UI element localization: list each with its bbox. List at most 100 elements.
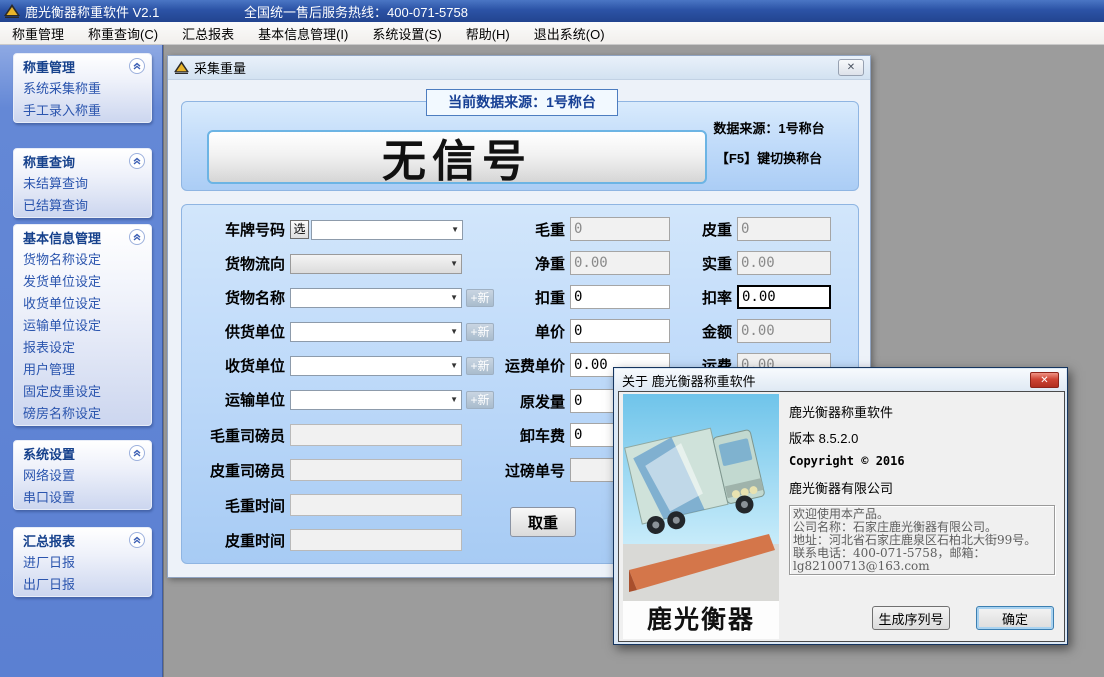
supplier-unit-label: 供货单位: [182, 321, 290, 342]
sidebar-item-sender-unit-setting[interactable]: 发货单位设定: [14, 271, 151, 293]
sidebar-group-header[interactable]: 称重查询: [14, 149, 151, 173]
product-name: 鹿光衡器称重软件: [789, 402, 893, 421]
plate-number-label: 车牌号码: [182, 219, 290, 240]
weight-value: 无信号: [382, 125, 532, 189]
gross-time-field[interactable]: [290, 494, 462, 516]
truck-image: 鹿光衡器: [623, 394, 779, 639]
weigh-ticket-number-label: 过磅单号: [435, 460, 570, 481]
about-dialog-title: 关于 鹿光衡器称重软件: [622, 371, 756, 390]
sidebar-item-user-management[interactable]: 用户管理: [14, 359, 151, 381]
deduct-rate-field[interactable]: [737, 285, 831, 309]
sidebar-item-network-settings[interactable]: 网络设置: [14, 465, 151, 487]
tare-time-field[interactable]: [290, 529, 462, 551]
sidebar-item-report-setting[interactable]: 报表设定: [14, 337, 151, 359]
net-weight-label: 净重: [435, 253, 570, 274]
sidebar-item-manual-entry-weighing[interactable]: 手工录入称重: [14, 100, 151, 122]
menu-weighing-query[interactable]: 称重查询(C): [76, 21, 170, 46]
receiver-unit-label: 收货单位: [182, 355, 290, 376]
data-source-banner: 当前数据来源：1号称台: [426, 89, 618, 116]
generate-serial-button[interactable]: 生成序列号: [872, 606, 950, 630]
info-line-email: lg82100713@163.com: [793, 560, 1051, 573]
truck-brand-text: 鹿光衡器: [623, 601, 779, 639]
screen: 鹿光衡器称重软件 V2.1 全国统一售后服务热线：400-071-5758 称重…: [0, 0, 1104, 677]
switch-scale-hint: 【F5】键切换称台: [694, 148, 844, 167]
data-source-info: 数据来源：1号称台 【F5】键切换称台: [694, 118, 844, 178]
collapse-chevron-icon[interactable]: [129, 153, 145, 169]
version-text: 版本 8.5.2.0: [789, 428, 858, 447]
collapse-chevron-icon[interactable]: [129, 445, 145, 461]
copyright-text: Copyright © 2016: [789, 454, 905, 468]
menu-summary-report[interactable]: 汇总报表: [170, 21, 246, 46]
ok-button[interactable]: 确定: [976, 606, 1054, 630]
amount-label: 金额: [642, 321, 737, 342]
sidebar-group-weighing-query: 称重查询 未结算查询 已结算查询: [13, 148, 152, 218]
sidebar-group-header[interactable]: 汇总报表: [14, 528, 151, 552]
about-dialog: 关于 鹿光衡器称重软件 ✕: [613, 367, 1068, 645]
window-title: 采集重量: [194, 58, 246, 77]
company-name: 鹿光衡器有限公司: [789, 478, 893, 497]
sidebar-group-header[interactable]: 称重管理: [14, 54, 151, 78]
sidebar: 称重管理 系统采集称重 手工录入称重 称重查询 未结算查询 已结算查询 基本信息…: [0, 45, 163, 677]
menu-weighing-management[interactable]: 称重管理: [0, 21, 76, 46]
collect-weight-titlebar[interactable]: 采集重量 ✕: [168, 56, 870, 80]
unload-fee-label: 卸车费: [435, 425, 570, 446]
sidebar-group-summary-report: 汇总报表 进厂日报 出厂日报: [13, 527, 152, 597]
original-quantity-label: 原发量: [435, 391, 570, 412]
deduct-weight-label: 扣重: [435, 287, 570, 308]
service-hotline: 全国统一售后服务热线：400-071-5758: [244, 2, 468, 21]
goods-flow-label: 货物流向: [182, 253, 290, 274]
weight-display: 无信号: [207, 130, 707, 184]
tare-weight-field[interactable]: [737, 217, 831, 241]
menu-basic-info-management[interactable]: 基本信息管理(I): [246, 21, 360, 46]
gross-weight-label: 毛重: [435, 219, 570, 240]
sidebar-group-header[interactable]: 系统设置: [14, 441, 151, 465]
sidebar-item-unsettled-query[interactable]: 未结算查询: [14, 173, 151, 195]
sidebar-item-settled-query[interactable]: 已结算查询: [14, 195, 151, 217]
tare-operator-label: 皮重司磅员: [182, 460, 290, 481]
amount-field[interactable]: [737, 319, 831, 343]
sidebar-group-system-settings: 系统设置 网络设置 串口设置: [13, 440, 152, 510]
sidebar-group-title: 称重查询: [23, 152, 75, 171]
actual-weight-field[interactable]: [737, 251, 831, 275]
window-close-button[interactable]: ✕: [838, 59, 864, 76]
gross-time-label: 毛重时间: [182, 495, 290, 516]
tare-time-label: 皮重时间: [182, 530, 290, 551]
truck-illustration: [623, 394, 779, 601]
take-weight-button[interactable]: 取重: [510, 507, 576, 537]
sidebar-group-title: 称重管理: [23, 57, 75, 76]
sidebar-group-title: 基本信息管理: [23, 228, 101, 247]
data-source-line: 数据来源：1号称台: [694, 118, 844, 137]
collapse-chevron-icon[interactable]: [129, 229, 145, 245]
freight-unit-price-label: 运费单价: [435, 355, 570, 376]
sidebar-item-exit-daily-report[interactable]: 出厂日报: [14, 574, 151, 596]
sidebar-item-weighhouse-name-setting[interactable]: 磅房名称设定: [14, 403, 151, 425]
sidebar-group-title: 汇总报表: [23, 531, 75, 550]
sidebar-item-entry-daily-report[interactable]: 进厂日报: [14, 552, 151, 574]
sidebar-item-receiver-unit-setting[interactable]: 收货单位设定: [14, 293, 151, 315]
menu-exit[interactable]: 退出系统(O): [522, 21, 617, 46]
sidebar-item-transport-unit-setting[interactable]: 运输单位设定: [14, 315, 151, 337]
sidebar-group-title: 系统设置: [23, 444, 75, 463]
company-info-box: 欢迎使用本产品。 公司名称：石家庄鹿光衡器有限公司。 地址：河北省石家庄鹿泉区石…: [789, 505, 1055, 575]
collapse-chevron-icon[interactable]: [129, 58, 145, 74]
deduct-rate-label: 扣率: [642, 287, 737, 308]
menu-system-settings[interactable]: 系统设置(S): [360, 21, 453, 46]
goods-name-label: 货物名称: [182, 287, 290, 308]
select-plate-button[interactable]: 选: [290, 220, 309, 239]
sidebar-group-header[interactable]: 基本信息管理: [14, 225, 151, 249]
about-dialog-close-button[interactable]: ✕: [1030, 372, 1059, 388]
sidebar-item-serial-port-settings[interactable]: 串口设置: [14, 487, 151, 509]
about-dialog-content: 鹿光衡器 鹿光衡器称重软件 版本 8.5.2.0 Copyright © 201…: [618, 391, 1065, 642]
window-logo-icon: [174, 61, 189, 74]
tare-weight-label: 皮重: [642, 219, 737, 240]
app-titlebar: 鹿光衡器称重软件 V2.1 全国统一售后服务热线：400-071-5758: [0, 0, 1104, 22]
app-title: 鹿光衡器称重软件 V2.1: [25, 2, 159, 21]
menu-help[interactable]: 帮助(H): [454, 21, 522, 46]
sidebar-item-goods-name-setting[interactable]: 货物名称设定: [14, 249, 151, 271]
unit-price-label: 单价: [435, 321, 570, 342]
sidebar-item-fixed-tare-setting[interactable]: 固定皮重设定: [14, 381, 151, 403]
sidebar-item-system-collect-weighing[interactable]: 系统采集称重: [14, 78, 151, 100]
collapse-chevron-icon[interactable]: [129, 532, 145, 548]
transport-unit-label: 运输单位: [182, 389, 290, 410]
about-dialog-titlebar[interactable]: 关于 鹿光衡器称重软件 ✕: [615, 369, 1066, 391]
